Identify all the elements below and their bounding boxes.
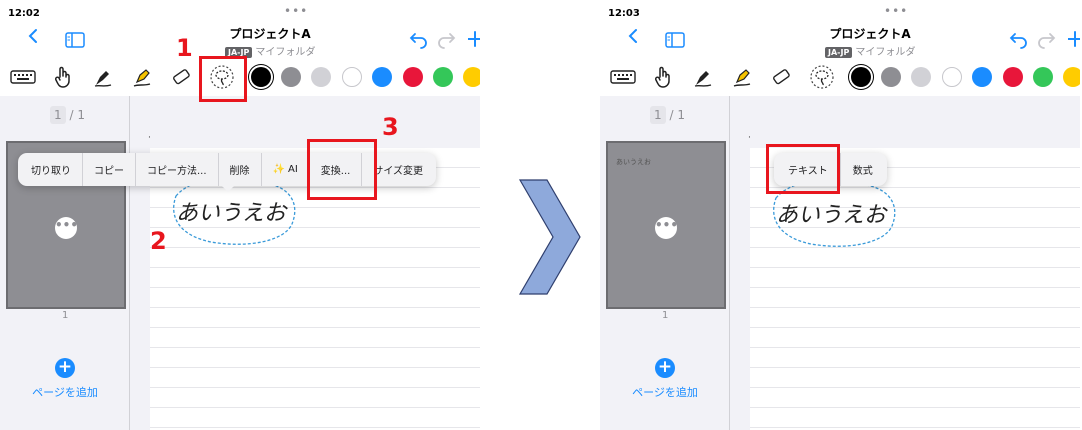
page-sidebar: 1 / 1 あいうえお ••• 1 + ページを追加 bbox=[600, 96, 730, 430]
keyboard-icon[interactable] bbox=[8, 62, 38, 92]
language-badge: JA-JP bbox=[825, 47, 853, 58]
multitasking-dots[interactable]: ••• bbox=[884, 4, 908, 18]
color-swatch-white[interactable] bbox=[942, 67, 962, 87]
folder-name: マイフォルダ bbox=[255, 47, 316, 58]
color-swatch-blue[interactable] bbox=[972, 67, 992, 87]
note-canvas[interactable]: · あいうえお bbox=[130, 96, 480, 430]
next-step-arrow bbox=[518, 179, 581, 295]
thumbnail-number: 1 bbox=[662, 310, 669, 321]
step-number-1: 1 bbox=[176, 34, 193, 62]
undo-icon[interactable] bbox=[1009, 31, 1029, 49]
lasso-icon[interactable] bbox=[807, 62, 837, 92]
color-swatch-yellow[interactable] bbox=[1063, 67, 1080, 87]
add-page-label[interactable]: ページを追加 bbox=[600, 384, 730, 400]
sidebar-icon[interactable] bbox=[665, 32, 685, 48]
step-number-2: 2 bbox=[150, 227, 167, 255]
highlight-convert-item bbox=[307, 139, 377, 200]
menu-item-copy-as[interactable]: コピー方法... bbox=[136, 153, 219, 186]
more-icon[interactable]: ••• bbox=[55, 217, 78, 239]
color-swatch-red[interactable] bbox=[403, 67, 423, 87]
screenshot-after: 12:03 ••• プロジェクトA JA-JP マイフォルダ 1 / 1 あいうえ… bbox=[600, 0, 1080, 430]
color-swatch-blue[interactable] bbox=[372, 67, 392, 87]
step-number-3: 3 bbox=[382, 113, 399, 141]
add-page-button[interactable]: + bbox=[55, 358, 75, 378]
page-thumbnail[interactable]: あいうえお ••• bbox=[606, 141, 726, 309]
redo-icon[interactable] bbox=[1036, 31, 1056, 49]
sparkle-icon: ✨ bbox=[272, 164, 285, 175]
thumbnail-preview-text: あいうえお bbox=[616, 158, 651, 166]
menu-item-cut[interactable]: 切り取り bbox=[20, 153, 83, 186]
status-time: 12:03 bbox=[608, 8, 640, 19]
menu-item-copy[interactable]: コピー bbox=[83, 153, 136, 186]
pen-icon[interactable] bbox=[688, 62, 718, 92]
color-swatch-gray[interactable] bbox=[281, 67, 301, 87]
highlight-text-option bbox=[766, 144, 840, 194]
plus-icon[interactable] bbox=[1068, 30, 1080, 48]
color-swatch-white[interactable] bbox=[342, 67, 362, 87]
more-icon[interactable]: ••• bbox=[655, 217, 678, 239]
color-swatch-green[interactable] bbox=[433, 67, 453, 87]
pen-icon[interactable] bbox=[88, 62, 118, 92]
eraser-icon[interactable] bbox=[166, 62, 196, 92]
thumbnail-number: 1 bbox=[62, 310, 69, 321]
add-page-label[interactable]: ページを追加 bbox=[0, 384, 130, 400]
highlighter-icon[interactable] bbox=[127, 62, 157, 92]
highlight-lasso-tool bbox=[199, 56, 247, 102]
page-counter: 1 / 1 bbox=[50, 106, 85, 124]
hand-icon[interactable] bbox=[648, 62, 678, 92]
convert-to-math-option[interactable]: 数式 bbox=[841, 153, 885, 186]
color-swatch-black[interactable] bbox=[851, 67, 871, 87]
redo-icon[interactable] bbox=[436, 31, 456, 49]
chevron-left-icon[interactable] bbox=[627, 28, 639, 44]
color-swatch-gray[interactable] bbox=[881, 67, 901, 87]
multitasking-dots[interactable]: ••• bbox=[284, 4, 308, 18]
color-swatch-green[interactable] bbox=[1033, 67, 1053, 87]
folder-name: マイフォルダ bbox=[855, 47, 916, 58]
add-page-button[interactable]: + bbox=[655, 358, 675, 378]
document-title[interactable]: プロジェクトA bbox=[210, 25, 330, 42]
color-swatch-light-gray[interactable] bbox=[911, 67, 931, 87]
undo-icon[interactable] bbox=[409, 31, 429, 49]
eraser-icon[interactable] bbox=[766, 62, 796, 92]
color-swatch-light-gray[interactable] bbox=[311, 67, 331, 87]
status-time: 12:02 bbox=[8, 8, 40, 19]
menu-item-delete[interactable]: 削除 bbox=[219, 153, 262, 186]
highlighter-icon[interactable] bbox=[727, 62, 757, 92]
page-counter: 1 / 1 bbox=[650, 106, 685, 124]
sidebar-icon[interactable] bbox=[65, 32, 85, 48]
keyboard-icon[interactable] bbox=[608, 62, 638, 92]
color-swatch-black[interactable] bbox=[251, 67, 271, 87]
plus-icon[interactable] bbox=[468, 30, 480, 48]
menu-item-ai[interactable]: ✨ AI bbox=[262, 153, 310, 186]
screenshot-before: 12:02 ••• プロジェクトA JA-JP マイフォルダ 1 / 1 ••• … bbox=[0, 0, 480, 430]
chevron-left-icon[interactable] bbox=[27, 28, 39, 44]
color-swatch-red[interactable] bbox=[1003, 67, 1023, 87]
menu-caret bbox=[222, 186, 234, 192]
hand-icon[interactable] bbox=[48, 62, 78, 92]
document-subtitle: JA-JP マイフォルダ bbox=[825, 43, 915, 58]
document-title[interactable]: プロジェクトA bbox=[810, 25, 930, 42]
color-swatch-yellow[interactable] bbox=[463, 67, 480, 87]
page-sidebar: 1 / 1 ••• 1 + ページを追加 bbox=[0, 96, 130, 430]
